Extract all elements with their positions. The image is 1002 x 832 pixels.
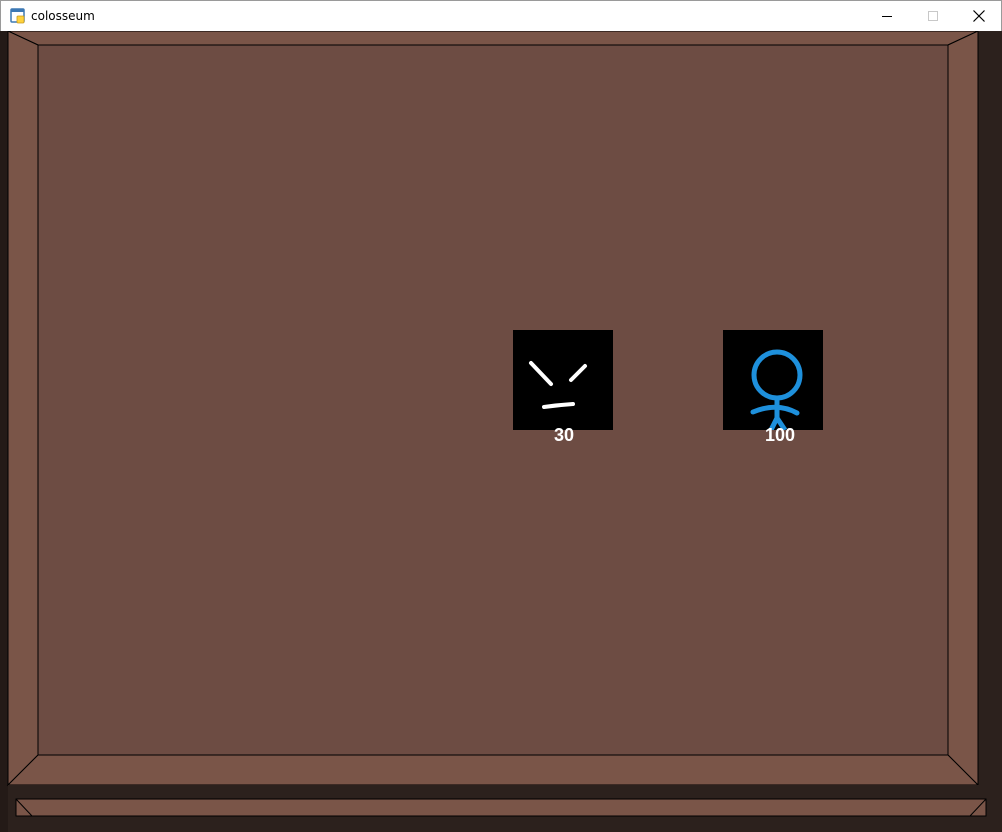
minimize-icon — [882, 16, 892, 17]
enemy-sprite[interactable] — [513, 330, 613, 430]
player-hp-label: 100 — [764, 425, 796, 445]
title-bar[interactable]: colosseum — [0, 0, 1002, 31]
angry-face-icon — [529, 361, 587, 409]
arena-wall-bottom — [6, 754, 980, 786]
arena — [0, 31, 1002, 832]
bottom-bar — [15, 798, 987, 817]
arena-wall-left — [7, 31, 39, 787]
maximize-icon — [928, 11, 938, 21]
game-window: colosseum 30 100 — [0, 0, 1002, 832]
arena-wall-right — [947, 31, 979, 787]
enemy-hp-label: 30 — [553, 425, 575, 445]
maximize-button[interactable] — [910, 1, 956, 31]
close-button[interactable] — [956, 1, 1002, 31]
game-canvas[interactable]: 30 100 — [0, 31, 1002, 832]
window-title: colosseum — [31, 9, 95, 23]
close-icon — [973, 10, 985, 22]
python-app-icon — [10, 8, 25, 24]
stick-figure-icon — [750, 349, 803, 432]
minimize-button[interactable] — [864, 1, 910, 31]
player-sprite[interactable] — [723, 330, 823, 432]
arena-wall-top — [7, 31, 979, 46]
